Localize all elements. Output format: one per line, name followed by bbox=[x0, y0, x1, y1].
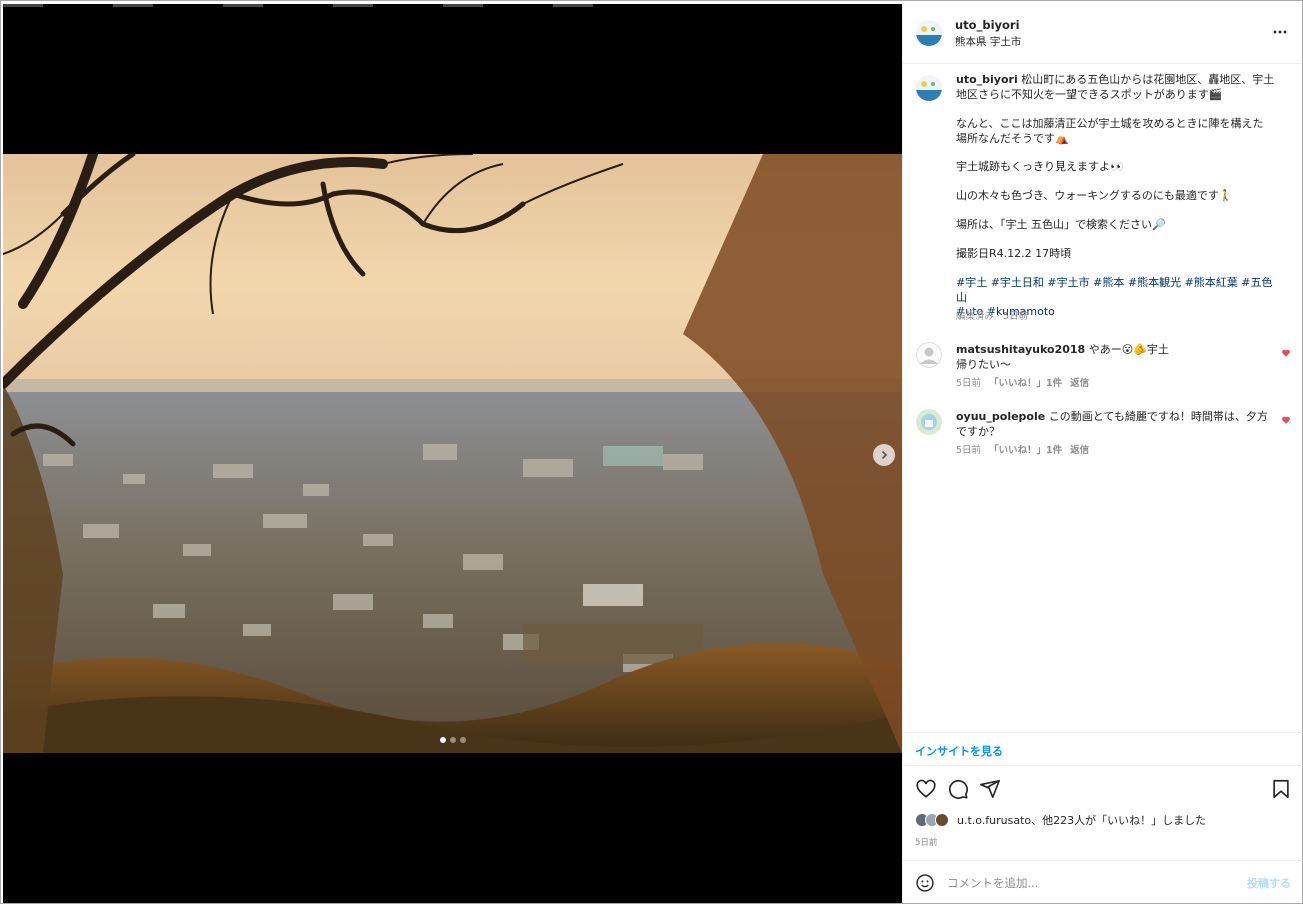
caption-paragraph: なんと、ここは加藤清正公が宇土城を攻めるときに陣を構えた 場所なんだそうです⛺ bbox=[956, 117, 1276, 146]
likes-text[interactable]: u.t.o.furusato、他223人が「いいね！」しました bbox=[957, 812, 1206, 828]
caption-line: 場所なんだそうです⛺ bbox=[956, 131, 1069, 145]
comment-likes[interactable]: 「いいね！」1件 bbox=[989, 378, 1062, 389]
caption-line: 撮影日R4.12.2 17時頃 bbox=[956, 247, 1072, 260]
comment-item: oyuu_polepole この動画とても綺麗ですね！時間帯は、夕方 ですか？ bbox=[956, 410, 1276, 439]
caption: uto_biyori 松山町にある五色山からは花園地区、轟地区、宇土 地区さらに… bbox=[956, 73, 1276, 102]
share-icon[interactable] bbox=[979, 778, 1001, 800]
carousel-indicator bbox=[3, 737, 902, 743]
comment-meta: 5日前 「いいね！」1件 返信 bbox=[956, 444, 1276, 459]
bookmark-icon[interactable] bbox=[1270, 778, 1292, 800]
heart-icon[interactable] bbox=[915, 778, 937, 800]
comment-text: 帰りたい〜 bbox=[956, 357, 1011, 371]
post-comment-button[interactable]: 投稿する bbox=[1247, 875, 1291, 891]
hashtag-links[interactable]: #宇土 #宇土日和 #宇土市 #熊本 #熊本観光 #熊本紅葉 #五色山 bbox=[956, 276, 1273, 304]
comments-section: uto_biyori 松山町にある五色山からは花園地区、轟地区、宇土 地区さらに… bbox=[903, 65, 1303, 730]
comment-text: ですか？ bbox=[956, 424, 1000, 438]
comment-username[interactable]: oyuu_polepole bbox=[956, 410, 1045, 423]
comment-like-heart-icon[interactable] bbox=[1281, 415, 1291, 425]
caption-meta: 編集済み · 5日前 bbox=[956, 311, 1029, 322]
more-icon[interactable] bbox=[1272, 24, 1288, 40]
carousel-dot bbox=[439, 737, 446, 743]
reply-button[interactable]: 返信 bbox=[1070, 445, 1089, 456]
comment-composer: 投稿する bbox=[903, 860, 1303, 903]
chevron-right-icon bbox=[881, 450, 888, 460]
post-author-username[interactable]: uto_biyori bbox=[955, 18, 1020, 32]
comment-age[interactable]: 5日前 bbox=[956, 378, 981, 389]
carousel-dot bbox=[459, 737, 466, 743]
comment-meta: 5日前 「いいね！」1件 返信 bbox=[956, 377, 1276, 392]
comment-username[interactable]: matsushitayuko2018 bbox=[956, 343, 1085, 356]
post-media bbox=[3, 4, 902, 903]
caption-line: 場所は、「宇土 五色山」で検索ください🔎 bbox=[956, 218, 1166, 231]
window-frame: uto_biyori 熊本県 宇土市 uto_biyori 松山町にある五色山か… bbox=[0, 0, 1303, 904]
comment-input[interactable] bbox=[947, 872, 1227, 894]
insights-row: インサイトを見る bbox=[903, 732, 1303, 766]
post-photo[interactable] bbox=[3, 154, 902, 753]
comment-age[interactable]: 5日前 bbox=[956, 445, 981, 456]
post-header: uto_biyori 熊本県 宇土市 bbox=[903, 4, 1302, 64]
background-strip bbox=[3, 4, 902, 7]
caption-line: 地区さらに不知火を一望できるスポットがあります🎬 bbox=[956, 87, 1223, 101]
comment-icon[interactable] bbox=[947, 778, 969, 800]
likes-summary[interactable]: u.t.o.furusato、他223人が「いいね！」しました bbox=[915, 811, 1206, 829]
comment-text: この動画とても綺麗ですね！時間帯は、夕方 bbox=[1048, 410, 1268, 423]
caption-line: 山の木々も色づき、ウォーキングするのにも最適です🚶 bbox=[956, 189, 1233, 202]
avatar[interactable] bbox=[916, 75, 942, 101]
liker-avatar bbox=[935, 813, 949, 827]
comment-like-heart-icon[interactable] bbox=[1281, 348, 1291, 358]
reply-button[interactable]: 返信 bbox=[1070, 378, 1089, 389]
post-actions bbox=[903, 774, 1303, 804]
next-image-button[interactable] bbox=[873, 444, 895, 466]
comment-likes[interactable]: 「いいね！」1件 bbox=[989, 445, 1062, 456]
post-side-panel: uto_biyori 熊本県 宇土市 uto_biyori 松山町にある五色山か… bbox=[902, 4, 1303, 903]
caption-line: なんと、ここは加藤清正公が宇土城を攻めるときに陣を構えた bbox=[956, 117, 1264, 130]
post-timestamp[interactable]: 5日前 bbox=[915, 836, 937, 848]
caption-line: 宇土城跡もくっきり見えますよ👀 bbox=[956, 160, 1124, 173]
post-location[interactable]: 熊本県 宇土市 bbox=[955, 34, 1021, 49]
carousel-dot bbox=[449, 737, 456, 743]
emoji-icon[interactable] bbox=[915, 873, 935, 893]
view-insights-link[interactable]: インサイトを見る bbox=[915, 743, 1003, 759]
avatar[interactable] bbox=[916, 409, 942, 435]
avatar[interactable] bbox=[916, 20, 942, 46]
caption-line: 松山町にある五色山からは花園地区、轟地区、宇土 bbox=[1021, 73, 1275, 86]
caption-username[interactable]: uto_biyori bbox=[956, 73, 1018, 86]
avatar[interactable] bbox=[916, 342, 942, 368]
comment-item: matsushitayuko2018 やあー😮🫵宇土 帰りたい〜 bbox=[956, 343, 1276, 372]
comment-text: やあー😮🫵宇土 bbox=[1088, 343, 1169, 356]
